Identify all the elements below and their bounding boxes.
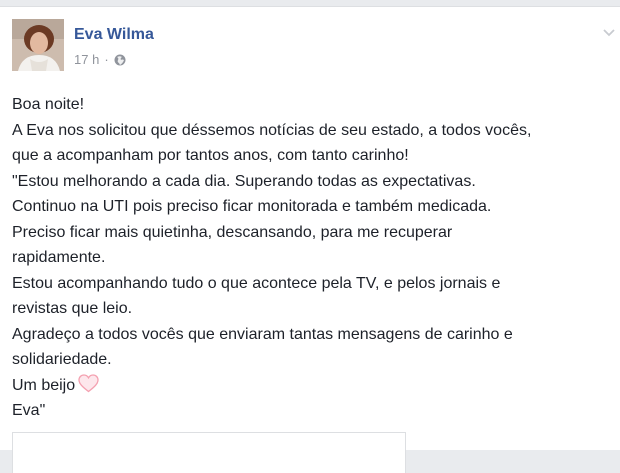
post-line: rapidamente.	[12, 249, 106, 266]
post-line: Eva"	[12, 402, 46, 419]
avatar[interactable]	[12, 19, 64, 71]
post-line: Um beijo	[12, 376, 76, 394]
post-line: solidariedade.	[12, 351, 112, 368]
author-name[interactable]: Eva Wilma	[74, 26, 154, 44]
link-preview-card[interactable]	[12, 432, 406, 473]
post-line: "Estou melhorando a cada dia. Superando …	[12, 172, 476, 190]
heart-icon	[78, 373, 99, 393]
post-line: Continuo na UTI pois preciso ficar monit…	[12, 198, 492, 215]
post-line: revistas que leio.	[12, 300, 133, 317]
post-meta: 17 h ·	[74, 52, 126, 67]
post-card: Eva Wilma 17 h · Boa noite! A Eva nos so…	[0, 7, 620, 473]
post-timestamp[interactable]: 17 h	[74, 52, 99, 67]
page-top-strip	[0, 0, 620, 7]
post-line: A Eva nos solicitou que déssemos notícia…	[12, 121, 532, 139]
globe-icon[interactable]	[114, 54, 126, 66]
post-line-with-heart: Um beijo	[12, 373, 612, 399]
post-line: Boa noite!	[12, 96, 85, 113]
post-line: Estou acompanhando tudo o que acontece p…	[12, 274, 501, 292]
post-line: que a acompanham por tantos anos, com ta…	[12, 147, 409, 164]
avatar-image	[12, 19, 64, 71]
post-line: Agradeço a todos vocês que enviaram tant…	[12, 325, 513, 343]
post-line: Preciso ficar mais quietinha, descansand…	[12, 223, 453, 241]
chevron-down-icon[interactable]	[602, 25, 616, 37]
post-body: Boa noite! A Eva nos solicitou que désse…	[12, 92, 612, 424]
meta-separator: ·	[104, 52, 109, 67]
